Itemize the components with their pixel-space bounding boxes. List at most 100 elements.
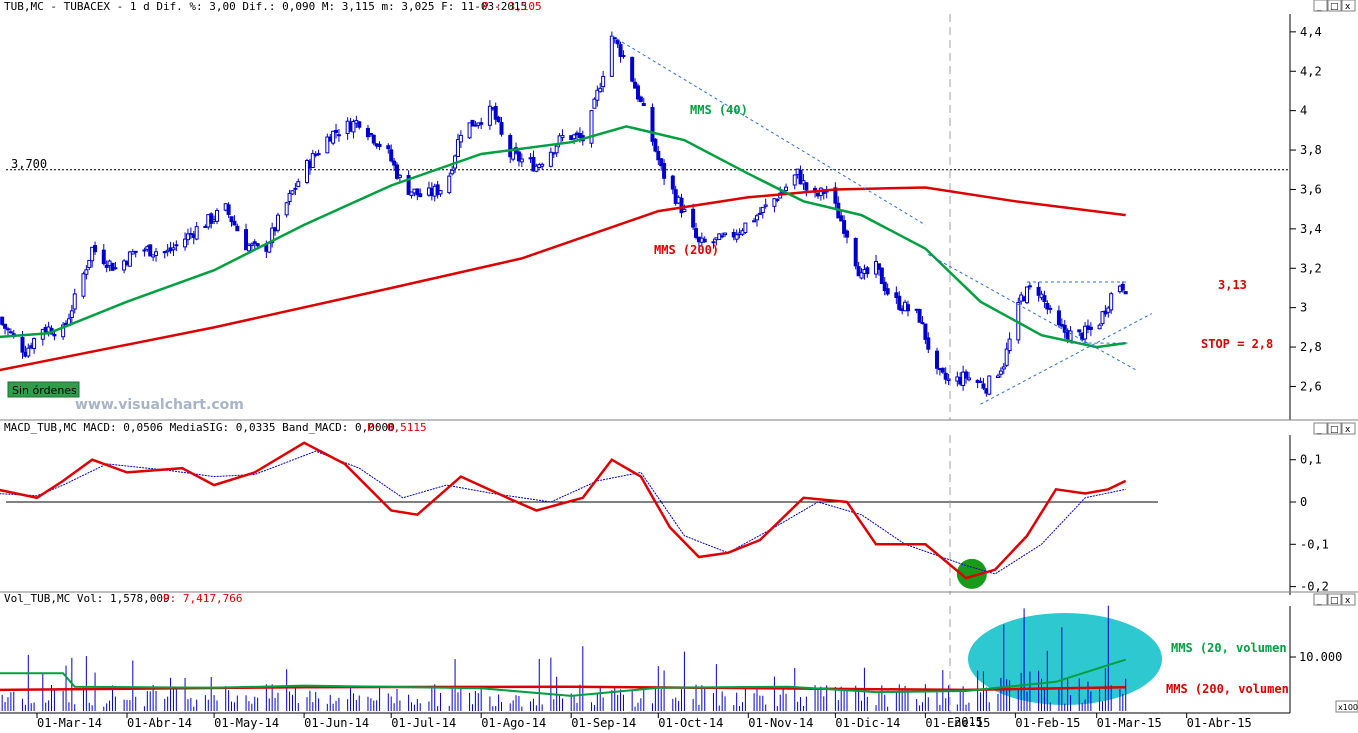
candle-body (183, 238, 188, 248)
candle-body (331, 130, 336, 144)
candle-body (154, 251, 159, 256)
candle-body (1001, 366, 1006, 370)
candle-body (386, 145, 391, 150)
volume-sma200-label: MMS (200, volumen (1166, 682, 1289, 696)
candle-body (560, 135, 565, 139)
candle-body (148, 244, 153, 257)
candle-body (653, 138, 658, 152)
candle-body (397, 174, 402, 178)
candle-body (662, 163, 667, 179)
candle-body (316, 153, 321, 156)
price-window-buttons[interactable]: _ □ x (1313, 0, 1356, 12)
date-axis-ticks: 01-Mar-14 01-Abr-14 01-May-14 01-Jun-14 01-J… (36, 713, 1252, 730)
candle-body (499, 122, 504, 135)
macd-window-buttons[interactable]: _ □ x (1313, 422, 1356, 435)
candle-body (792, 174, 797, 186)
date-tick-label: 01-Jul-14 (391, 716, 456, 730)
candle-body (682, 208, 687, 212)
candle-body (235, 225, 240, 232)
macd-tick-label: 0 (1300, 495, 1307, 509)
candle-body (133, 250, 138, 253)
candle-body (853, 237, 858, 267)
candle-body (618, 44, 623, 57)
candle-body (1123, 291, 1128, 295)
sma40-label: MMS (40) (690, 103, 748, 117)
candle-body (554, 145, 559, 154)
price-panel (0, 0, 1358, 420)
candle-body (32, 338, 37, 349)
candle-body (368, 133, 373, 136)
candle-body (752, 220, 757, 223)
price-tick-label: 2,8 (1300, 340, 1322, 354)
candle-body (940, 367, 945, 373)
volume-close-label: x (1345, 596, 1351, 606)
candle-body (255, 243, 260, 247)
date-tick-label: 01-May-14 (214, 716, 279, 730)
candle-body (885, 288, 890, 295)
volume-window-buttons[interactable]: _ □ x (1313, 593, 1356, 606)
candle-body (775, 198, 780, 201)
close-label: x (1345, 2, 1351, 12)
volume-highlight-ellipse (968, 613, 1162, 705)
candle-body (5, 328, 10, 331)
header-macd: MACD_TUB,MC MACD: 0,0506 MediaSIG: 0,033… (4, 421, 395, 434)
candle-body (1077, 329, 1082, 333)
candle-body (1048, 307, 1053, 310)
candle-body (609, 35, 614, 77)
candle-body (336, 134, 341, 137)
date-tick-label: 01-Mar-14 (37, 716, 102, 730)
macd-maximize-label: □ (1330, 425, 1339, 435)
candle-body (865, 267, 870, 275)
volume-axis-tick: 10.000 (1299, 650, 1342, 664)
price-tick-label: 4,2 (1300, 64, 1322, 78)
candle-body (1042, 295, 1047, 303)
candle-body (226, 204, 231, 215)
candle-body (743, 222, 748, 233)
candle-body (252, 241, 257, 244)
candle-body (1109, 293, 1114, 311)
price-tick-label: 3,4 (1300, 222, 1322, 236)
candle-body (1068, 330, 1073, 341)
candle-body (981, 383, 986, 389)
volume-maximize-label: □ (1330, 596, 1339, 606)
candle-body (267, 242, 272, 253)
price-tick-label: 4,4 (1300, 25, 1322, 39)
minimize-label: _ (1316, 2, 1322, 12)
candle-body (926, 337, 931, 350)
candle-body (389, 149, 394, 162)
candle-body (598, 87, 603, 93)
candle-body (638, 96, 643, 102)
macd-tick-label: 0,1 (1300, 453, 1322, 467)
candle-body (702, 238, 707, 243)
candle-body (760, 206, 765, 214)
candle-body (450, 169, 455, 175)
candle-body (287, 192, 292, 203)
candle-body (757, 212, 762, 215)
candle-body (26, 347, 31, 357)
candle-body (694, 228, 699, 238)
sma200-label: MMS (200) (654, 243, 719, 257)
watermark: www.visualchart.com (75, 397, 244, 413)
price-tick-label: 4 (1300, 104, 1307, 118)
header-main: TUB,MC - TUBACEX - 1 d Dif. %: 3,00 Dif.… (4, 0, 527, 13)
price-tick-label: 2,6 (1300, 379, 1322, 393)
candle-body (589, 110, 594, 144)
candle-body (987, 375, 992, 395)
macd-minimize-label: _ (1316, 425, 1322, 435)
candle-body (392, 160, 397, 166)
orders-badge-label: Sin órdenes (12, 384, 77, 397)
candle-body (784, 186, 789, 191)
candle-body (377, 143, 382, 148)
candle-body (438, 190, 443, 195)
macd-line (0, 441, 1127, 580)
candle-body (897, 295, 902, 310)
header-volume-p: P: 7,417,766 (163, 592, 242, 605)
header-volume: Vol_TUB,MC Vol: 1,578,009 (4, 592, 170, 605)
price-tick-label: 3,8 (1300, 143, 1322, 157)
candle-body (171, 247, 176, 251)
candle-body (1025, 286, 1029, 304)
candle-body (905, 304, 910, 312)
date-tick-label: 01-Abr-14 (127, 716, 192, 730)
candle-body (52, 333, 57, 337)
date-tick-label: 01-Sep-14 (571, 716, 636, 730)
